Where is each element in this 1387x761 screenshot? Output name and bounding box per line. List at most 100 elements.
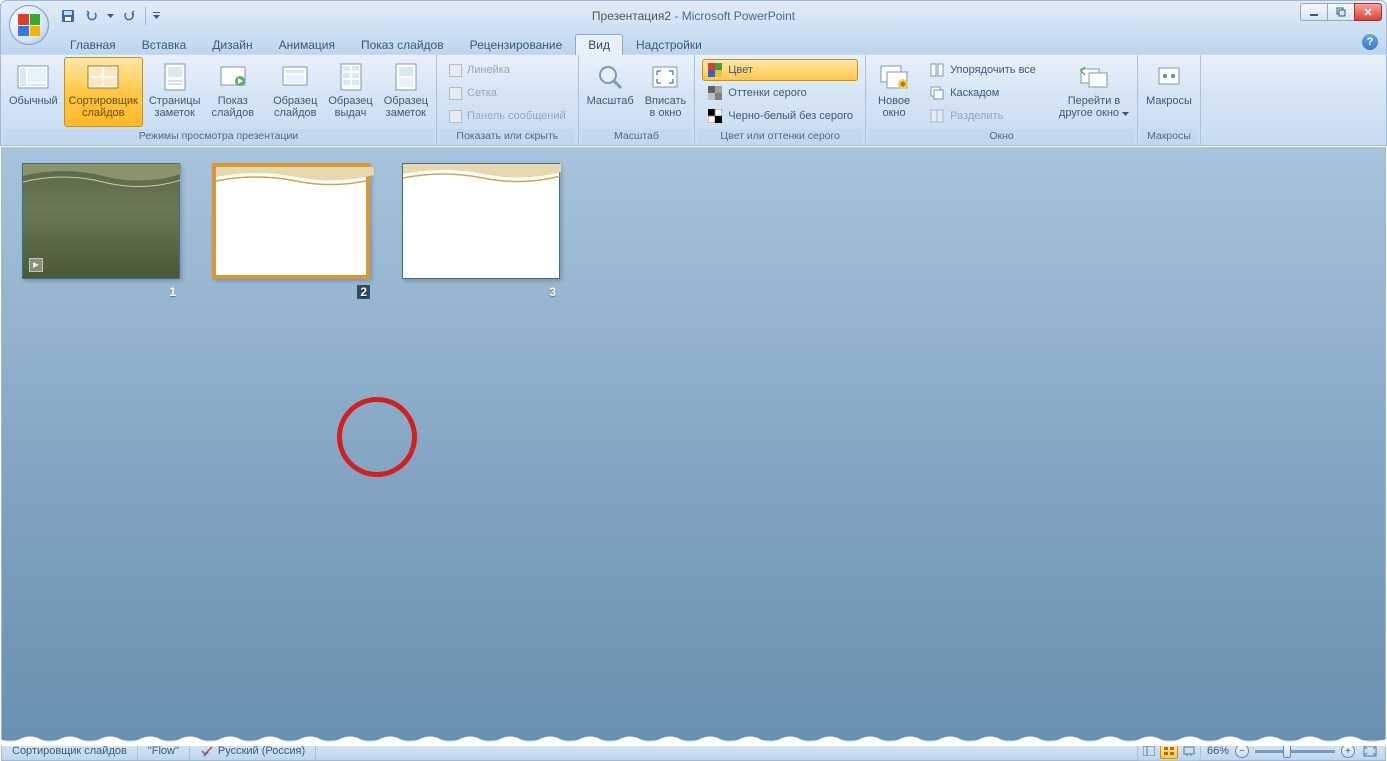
slide-wave-icon [216,167,374,187]
group-showhide-label: Показать или скрыть [440,129,575,145]
move-split-button: Разделить [924,105,1041,127]
notes-page-label1: Страницы [149,95,201,107]
document-name: Презентация2 [592,9,671,23]
new-window-icon: ✱ [878,61,910,93]
checkbox-icon [449,87,462,100]
zoom-percent[interactable]: 66% [1207,745,1229,757]
app-name: Microsoft PowerPoint [682,9,795,23]
switch-windows-button[interactable]: Перейти вдругое окно [1054,57,1134,127]
tab-slideshow[interactable]: Показ слайдов [348,34,457,55]
notes-page-label2: заметок [155,107,195,119]
qat-customize-dropdown[interactable] [151,11,162,20]
qat-separator [145,7,146,25]
group-zoom-label: Масштаб [582,129,692,145]
slideshow-label2: слайдов [212,107,255,119]
slide-thumbnail-1[interactable]: 1 [22,163,180,299]
grayscale-button[interactable]: Оттенки серого [702,82,858,104]
slide-number: 1 [169,285,180,299]
slideshow-icon [217,61,249,93]
notes-page-button[interactable]: Страницызаметок [144,57,206,127]
maximize-button[interactable] [1327,3,1355,21]
ribbon-tabs: Главная Вставка Дизайн Анимация Показ сл… [0,30,1387,54]
tab-addins[interactable]: Надстройки [623,34,715,55]
slide-thumbnail-3[interactable]: 3 [402,163,560,299]
bw-icon [707,108,723,124]
tab-design[interactable]: Дизайн [199,34,265,55]
torn-edge-decoration [0,736,1387,746]
slide-thumbnail-2[interactable]: 2 [212,163,370,299]
slide-master-button[interactable]: Образецслайдов [268,57,322,127]
undo-dropdown[interactable] [105,14,116,18]
svg-text:✱: ✱ [900,80,907,89]
zoom-icon [594,61,626,93]
save-button[interactable] [57,5,79,27]
fit-to-window-button[interactable]: Вписатьв окно [640,57,692,127]
tab-home[interactable]: Главная [57,34,129,55]
slide-sorter-pane[interactable]: 1 2 3 [1,147,1386,741]
checkbox-icon [449,64,462,77]
group-window: ✱ Новоеокно Упорядочить все Каскадом Раз… [866,55,1138,145]
ribbon: Обычный Сортировщикслайдов Страницызамет… [0,54,1387,146]
arrange-all-button[interactable]: Упорядочить все [924,59,1041,81]
cascade-button[interactable]: Каскадом [924,82,1041,104]
group-macros: Макросы Макросы [1138,55,1201,145]
handout-master-icon [335,61,367,93]
slideshow-button[interactable]: Показслайдов [207,57,260,127]
tab-view[interactable]: Вид [575,34,623,55]
help-button[interactable]: ? [1362,34,1378,50]
new-window-button[interactable]: ✱ Новоеокно [869,57,919,127]
zoom-in-button[interactable]: + [1341,744,1355,758]
message-bar-checkbox: Панель сообщений [444,105,571,127]
group-presentation-views: Обычный Сортировщикслайдов Страницызамет… [1,55,437,145]
arrange-icon [929,62,945,78]
undo-button[interactable] [81,5,103,27]
zoom-slider[interactable] [1255,750,1335,753]
normal-view-icon [17,61,49,93]
cascade-icon [929,85,945,101]
notes-master-icon [390,61,422,93]
switch-windows-icon [1078,61,1110,93]
slide-wave-icon [23,164,181,194]
group-macros-label: Макросы [1141,129,1197,145]
slide-sorter-button[interactable]: Сортировщикслайдов [64,57,143,127]
redo-button[interactable] [118,5,140,27]
ruler-checkbox: Линейка [444,59,571,81]
handout-master-button[interactable]: Образецвыдач [323,57,377,127]
group-views-label: Режимы просмотра презентации [4,129,433,145]
tab-animations[interactable]: Анимация [266,34,348,55]
group-window-label: Окно [869,129,1134,145]
slide-wave-icon [403,164,561,184]
normal-view-label: Обычный [9,95,58,107]
slide-sorter-icon [87,61,119,93]
split-icon [929,108,945,124]
window-controls [1301,3,1382,21]
fit-window-icon [649,61,681,93]
slideshow-label1: Показ [218,95,248,107]
checkbox-icon [449,110,462,123]
transition-icon [29,258,43,272]
office-logo-icon [18,14,40,36]
pure-bw-button[interactable]: Черно-белый без серого [702,105,858,127]
notes-page-icon [159,61,191,93]
slide-sorter-label2: слайдов [82,107,125,119]
tab-insert[interactable]: Вставка [129,34,200,55]
gridlines-checkbox: Сетка [444,82,571,104]
group-color-label: Цвет или оттенки серого [698,129,862,145]
quick-access-toolbar [57,1,162,30]
normal-view-button[interactable]: Обычный [4,57,63,127]
zoom-button[interactable]: Масштаб [582,57,639,127]
macros-button[interactable]: Макросы [1141,57,1197,127]
color-button[interactable]: Цвет [702,59,858,81]
notes-master-button[interactable]: Образецзаметок [379,57,433,127]
zoom-out-button[interactable]: − [1235,744,1249,758]
slide-sorter-label1: Сортировщик [69,95,138,107]
group-color-grayscale: Цвет Оттенки серого Черно-белый без серо… [695,55,866,145]
minimize-button[interactable] [1300,3,1328,21]
group-zoom: Масштаб Вписатьв окно Масштаб [579,55,696,145]
tab-review[interactable]: Рецензирование [457,34,576,55]
annotation-circle [337,397,417,477]
group-show-hide: Линейка Сетка Панель сообщений Показать … [437,55,579,145]
office-button[interactable] [9,5,49,45]
title-bar: Презентация2 - Microsoft PowerPoint [0,0,1387,30]
close-button[interactable] [1354,3,1382,21]
